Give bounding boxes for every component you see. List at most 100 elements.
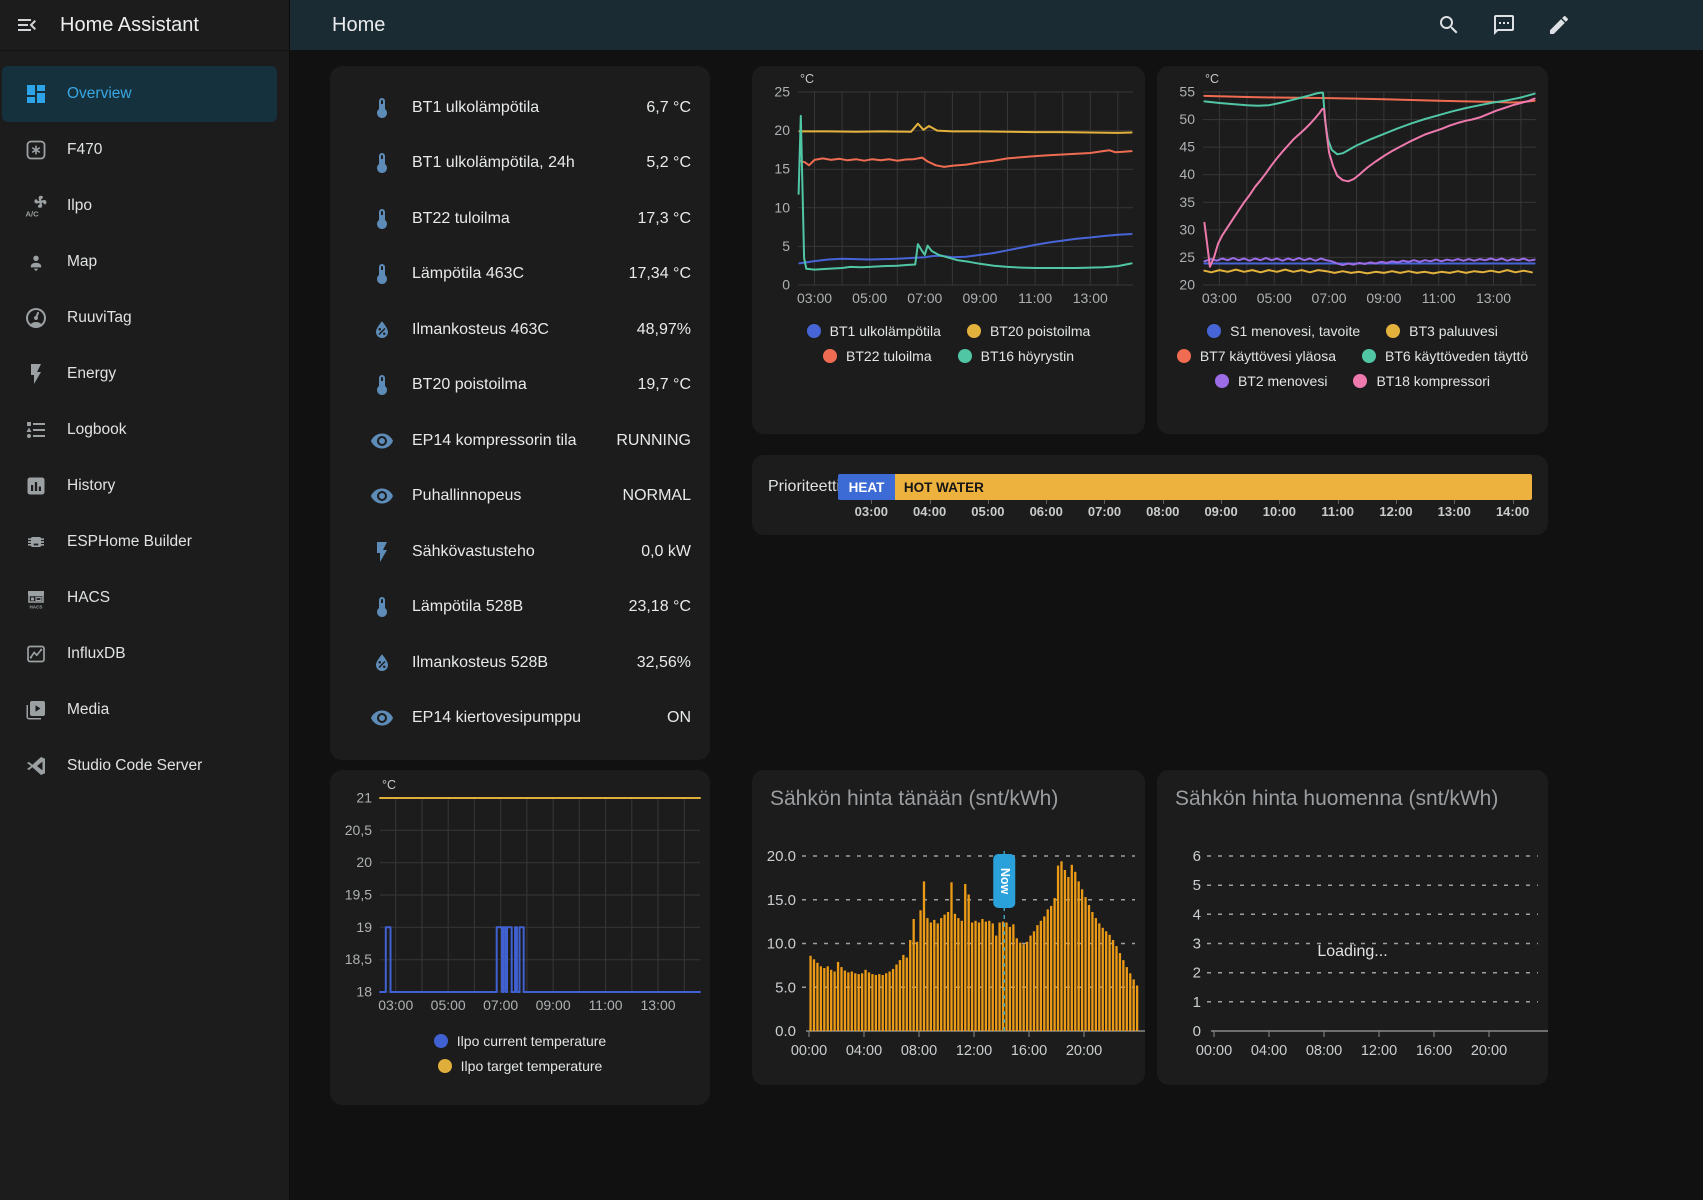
entity-value: 5,2 °C — [646, 154, 691, 172]
legend-label: Ilpo current temperature — [457, 1033, 606, 1049]
timeline-tick-label: 06:00 — [1030, 504, 1063, 519]
eye-icon — [370, 429, 394, 453]
svg-text:10.0: 10.0 — [767, 936, 796, 953]
sidebar-item-label: F470 — [67, 141, 102, 159]
legend-item-bt1-ulkol-mp-tila[interactable]: BT1 ulkolämpötila — [807, 323, 941, 339]
ilpo-graph[interactable]: 2120,52019,51918,518°C03:0005:0007:0009:… — [330, 770, 710, 1028]
hot-water-chart-card: 2025303540455055°C03:0005:0007:0009:0011… — [1157, 66, 1548, 434]
entity-row-bt1-ulkol-mp-tila[interactable]: BT1 ulkolämpötila6,7 °C — [330, 80, 710, 136]
svg-text:03:00: 03:00 — [378, 997, 413, 1013]
legend-label: BT2 menovesi — [1238, 373, 1327, 389]
svg-text:13:00: 13:00 — [1476, 290, 1511, 306]
svg-text:2: 2 — [1193, 965, 1201, 982]
entity-value: 19,7 °C — [637, 376, 691, 394]
search-icon[interactable] — [1437, 13, 1461, 37]
entity-row-bt20-poistoilma[interactable]: BT20 poistoilma19,7 °C — [330, 358, 710, 414]
entity-name: Lämpötila 463C — [412, 265, 629, 283]
sidebar-item-ruuvitag[interactable]: RuuviTag — [2, 290, 277, 346]
svg-text:16:00: 16:00 — [1011, 1043, 1047, 1059]
legend-item-bt22-tuloilma[interactable]: BT22 tuloilma — [823, 348, 932, 364]
esphome-icon — [24, 530, 48, 554]
svg-text:19,5: 19,5 — [345, 887, 372, 903]
entity-value: ON — [667, 709, 691, 727]
svg-text:25: 25 — [1179, 249, 1195, 265]
svg-text:5.0: 5.0 — [775, 979, 796, 996]
eye-icon — [370, 706, 394, 730]
legend-item-bt18-kompressori[interactable]: BT18 kompressori — [1353, 373, 1490, 389]
legend-dot — [823, 349, 837, 363]
svg-text:12:00: 12:00 — [956, 1043, 992, 1059]
svg-text:20: 20 — [774, 122, 790, 138]
sidebar-item-energy[interactable]: Energy — [2, 346, 277, 402]
temp1-graph[interactable]: 0510152025°C03:0005:0007:0009:0011:0013:… — [752, 66, 1145, 318]
price-tomorrow-graph[interactable]: 012345600:0004:0008:0012:0016:0020:00Loa… — [1157, 811, 1548, 1084]
legend-item-bt6-k-ytt-veden-t-ytt[interactable]: BT6 käyttöveden täyttö — [1362, 348, 1528, 364]
humidity-icon — [370, 651, 394, 675]
legend-dot — [807, 324, 821, 338]
svg-text:40: 40 — [1179, 166, 1195, 182]
entity-row-l-mp-tila-528b[interactable]: Lämpötila 528B23,18 °C — [330, 580, 710, 636]
legend-item-bt16-h-yrystin[interactable]: BT16 höyrystin — [958, 348, 1074, 364]
entity-name: Ilmankosteus 528B — [412, 654, 637, 672]
legend-label: BT7 käyttövesi yläosa — [1200, 348, 1336, 364]
svg-text:05:00: 05:00 — [852, 290, 887, 306]
timeline-tick-label: 10:00 — [1263, 504, 1296, 519]
menu-open-icon[interactable] — [4, 2, 50, 48]
assist-icon[interactable] — [1492, 13, 1516, 37]
thermometer-icon — [370, 373, 394, 397]
sidebar-item-overview[interactable]: Overview — [2, 66, 277, 122]
entity-row-ep14-kompressorin-tila[interactable]: EP14 kompressorin tilaRUNNING — [330, 413, 710, 469]
svg-text:13:00: 13:00 — [1073, 290, 1108, 306]
timeline-segment-hot-water[interactable]: HOT WATER — [895, 474, 1532, 500]
legend-label: BT18 kompressori — [1376, 373, 1490, 389]
sidebar-item-label: ESPHome Builder — [67, 533, 192, 551]
sidebar-item-f470[interactable]: F470 — [2, 122, 277, 178]
sidebar-item-influxdb[interactable]: InfluxDB — [2, 626, 277, 682]
svg-text:11:00: 11:00 — [1018, 290, 1052, 306]
legend-item-ilpo-target-temperature[interactable]: Ilpo target temperature — [438, 1058, 603, 1074]
legend-label: BT20 poistoilma — [990, 323, 1090, 339]
legend-item-bt2-menovesi[interactable]: BT2 menovesi — [1215, 373, 1327, 389]
sidebar-item-media[interactable]: Media — [2, 682, 277, 738]
legend-dot — [438, 1059, 452, 1073]
entity-row-bt22-tuloilma[interactable]: BT22 tuloilma17,3 °C — [330, 191, 710, 247]
sidebar-item-ilpo[interactable]: A/CIlpo — [2, 178, 277, 234]
entity-name: Ilmankosteus 463C — [412, 321, 637, 339]
temp2-graph[interactable]: 2025303540455055°C03:0005:0007:0009:0011… — [1157, 66, 1548, 318]
legend-item-bt3-paluuvesi[interactable]: BT3 paluuvesi — [1386, 323, 1498, 339]
header-actions — [1437, 13, 1571, 37]
entity-row-bt1-ulkol-mp-tila-24h[interactable]: BT1 ulkolämpötila, 24h5,2 °C — [330, 136, 710, 192]
entity-row-s-hk-vastusteho[interactable]: Sähkövastusteho0,0 kW — [330, 524, 710, 580]
entity-row-ep14-kiertovesipumppu[interactable]: EP14 kiertovesipumppuON — [330, 691, 710, 747]
temperature-chart-card: 0510152025°C03:0005:0007:0009:0011:0013:… — [752, 66, 1145, 434]
sidebar-item-history[interactable]: History — [2, 458, 277, 514]
entity-value: 17,34 °C — [629, 265, 691, 283]
legend-item-bt20-poistoilma[interactable]: BT20 poistoilma — [967, 323, 1090, 339]
legend-item-ilpo-current-temperature[interactable]: Ilpo current temperature — [434, 1033, 606, 1049]
sidebar-item-label: History — [67, 477, 115, 495]
legend-dot — [1386, 324, 1400, 338]
legend-dot — [1207, 324, 1221, 338]
price-today-graph[interactable]: 0.05.010.015.020.000:0004:0008:0012:0016… — [752, 811, 1145, 1084]
sidebar-item-hacs[interactable]: HACSHACS — [2, 570, 277, 626]
svg-text:11:00: 11:00 — [589, 997, 623, 1013]
thermometer-icon — [370, 151, 394, 175]
entity-row-ilmankosteus-528b[interactable]: Ilmankosteus 528B32,56% — [330, 635, 710, 691]
entity-row-ilmankosteus-463c[interactable]: Ilmankosteus 463C48,97% — [330, 302, 710, 358]
entity-name: Lämpötila 528B — [412, 598, 629, 616]
entity-row-puhallinnopeus[interactable]: PuhallinnopeusNORMAL — [330, 469, 710, 525]
legend-item-bt7-k-ytt-vesi-yl-osa[interactable]: BT7 käyttövesi yläosa — [1177, 348, 1336, 364]
sidebar-item-label: Logbook — [67, 421, 126, 439]
timeline-segment-heat[interactable]: HEAT — [838, 474, 895, 500]
svg-text:A/C: A/C — [26, 210, 40, 219]
sidebar-item-logbook[interactable]: Logbook — [2, 402, 277, 458]
timeline-tick-label: 05:00 — [971, 504, 1004, 519]
sidebar-item-esphome-builder[interactable]: ESPHome Builder — [2, 514, 277, 570]
edit-icon[interactable] — [1547, 13, 1571, 37]
gauge-icon — [24, 306, 48, 330]
entity-row-l-mp-tila-463c[interactable]: Lämpötila 463C17,34 °C — [330, 247, 710, 303]
sidebar-item-studio-code-server[interactable]: Studio Code Server — [2, 738, 277, 794]
sidebar-nav: Overview F470 A/CIlpoMapRuuviTagEnergy Logb… — [0, 51, 289, 794]
legend-item-s1-menovesi-tavoite[interactable]: S1 menovesi, tavoite — [1207, 323, 1360, 339]
sidebar-item-map[interactable]: Map — [2, 234, 277, 290]
